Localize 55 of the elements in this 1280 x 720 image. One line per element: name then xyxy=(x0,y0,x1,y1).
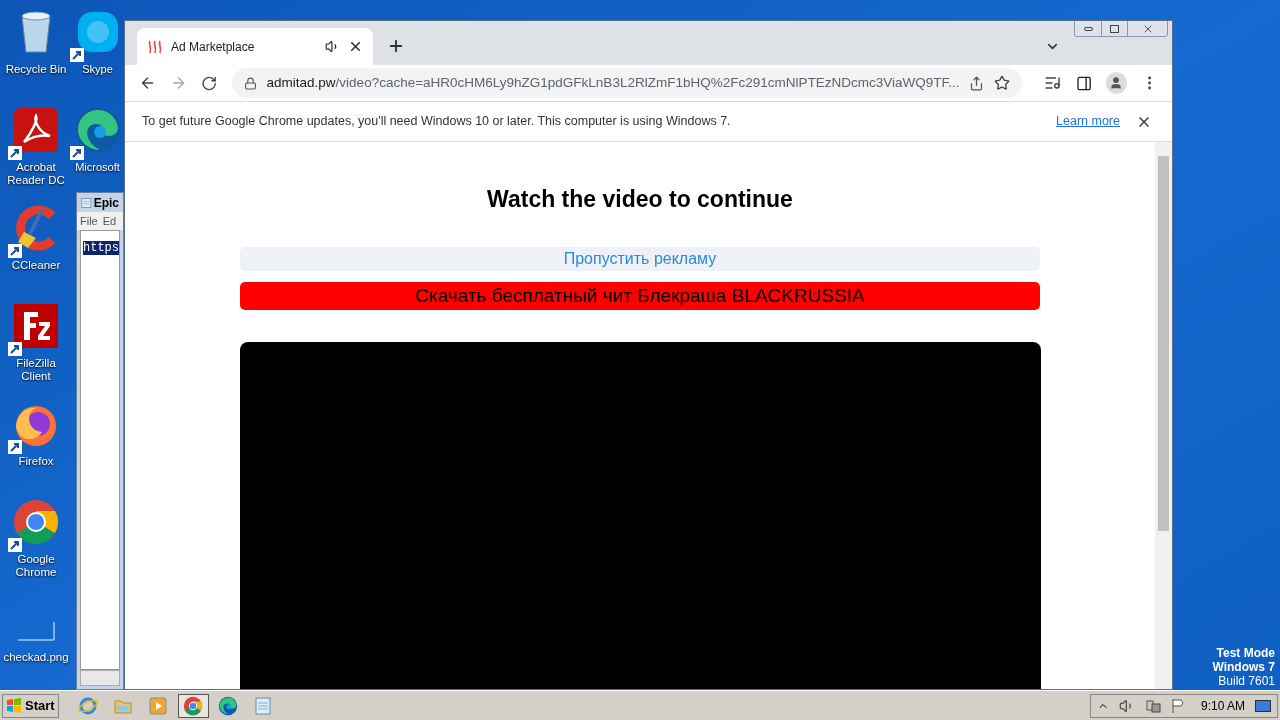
menu-item[interactable]: Ed xyxy=(102,212,117,230)
close-icon[interactable] xyxy=(348,39,363,54)
url-text: admitad.pw/video?cache=aHR0cHM6Ly9hZG1pdGFkLnB3L2RlZmF1bHQ%2Fc291cmNlPTEzNDcmc3ViaWQ9TF... xyxy=(266,73,960,92)
side-panel-icon[interactable] xyxy=(1075,74,1092,92)
shortcut-label[interactable]: FileZilla Client xyxy=(1,357,71,383)
windows-logo-icon xyxy=(6,697,22,714)
scrollbar-thumb[interactable] xyxy=(1158,156,1169,531)
shortcut-label[interactable]: Google Chrome xyxy=(1,553,71,579)
show-desktop-icon[interactable] xyxy=(1255,699,1271,712)
share-icon[interactable] xyxy=(969,75,985,91)
browser-tab[interactable]: Ad Marketplace xyxy=(137,28,373,65)
update-notice: To get future Google Chrome updates, you'll need Windows 10 or later. This computer is using Windows 7. xyxy=(142,113,732,131)
edge-icon[interactable] xyxy=(73,106,122,154)
tab-title: Ad Marketplace xyxy=(171,38,256,56)
heat-waves-icon xyxy=(147,38,163,55)
notepad-icon xyxy=(81,195,92,210)
skip-ad-button[interactable]: Пропустить рекламу xyxy=(240,246,1040,271)
chrome-icon[interactable] xyxy=(12,498,60,546)
page-heading: Watch the video to continue xyxy=(487,185,793,214)
shortcut-label[interactable]: Recycle Bin xyxy=(1,63,71,76)
notepad-icon xyxy=(253,695,274,716)
system-text: Test Mode xyxy=(1216,646,1275,660)
menu-item[interactable]: File xyxy=(80,212,98,230)
lock-icon xyxy=(243,76,257,90)
learn-more-link[interactable]: Learn more xyxy=(1056,112,1120,131)
media-player-icon xyxy=(148,695,169,716)
media-controls-icon[interactable] xyxy=(1044,74,1062,92)
new-tab-icon[interactable] xyxy=(387,37,405,55)
network-icon[interactable] xyxy=(1144,697,1161,714)
address-bar[interactable]: admitad.pw/video?cache=aHR0cHM6Ly9hZG1pdGFkLnB3L2RlZmF1bHQ%2Fc291cmNlPTEzNDcmc3ViaWQ9TF... xyxy=(231,68,1023,98)
chrome-icon xyxy=(183,695,204,716)
shortcut-label[interactable]: checkad.png xyxy=(1,651,71,664)
clock[interactable]: 9:10 AM xyxy=(1200,696,1245,715)
browser-icon xyxy=(78,695,99,716)
shortcut-label[interactable]: Acrobat Reader DC xyxy=(1,161,71,187)
bookmark-star-icon[interactable] xyxy=(994,75,1011,91)
shortcut-label[interactable]: CCleaner xyxy=(1,259,71,272)
start-button[interactable]: Start xyxy=(2,693,59,718)
horizontal-scrollbar xyxy=(80,670,120,686)
selected-text: https xyxy=(83,241,119,255)
flag-icon[interactable] xyxy=(1170,697,1185,714)
window-title: Epic xyxy=(93,194,119,212)
reload-icon[interactable] xyxy=(201,74,218,92)
profile-avatar[interactable] xyxy=(1105,72,1127,94)
system-text: Windows 7 xyxy=(1212,660,1275,674)
shortcut-label[interactable]: Firefox xyxy=(1,455,71,468)
shortcut-label[interactable]: Skype xyxy=(72,63,123,76)
scrollbar[interactable] xyxy=(1155,142,1172,689)
filezilla-icon[interactable] xyxy=(12,302,60,350)
download-button[interactable]: Скачать бесплатный чит Блекраша BLACKRUSSIA xyxy=(240,281,1040,310)
shortcut-label[interactable]: Microsoft xyxy=(72,161,123,174)
acrobat-icon[interactable] xyxy=(12,106,60,154)
taskbar-app-button[interactable] xyxy=(177,693,209,718)
edge-icon xyxy=(218,695,239,716)
system-text: Build 7601 xyxy=(1218,674,1275,688)
